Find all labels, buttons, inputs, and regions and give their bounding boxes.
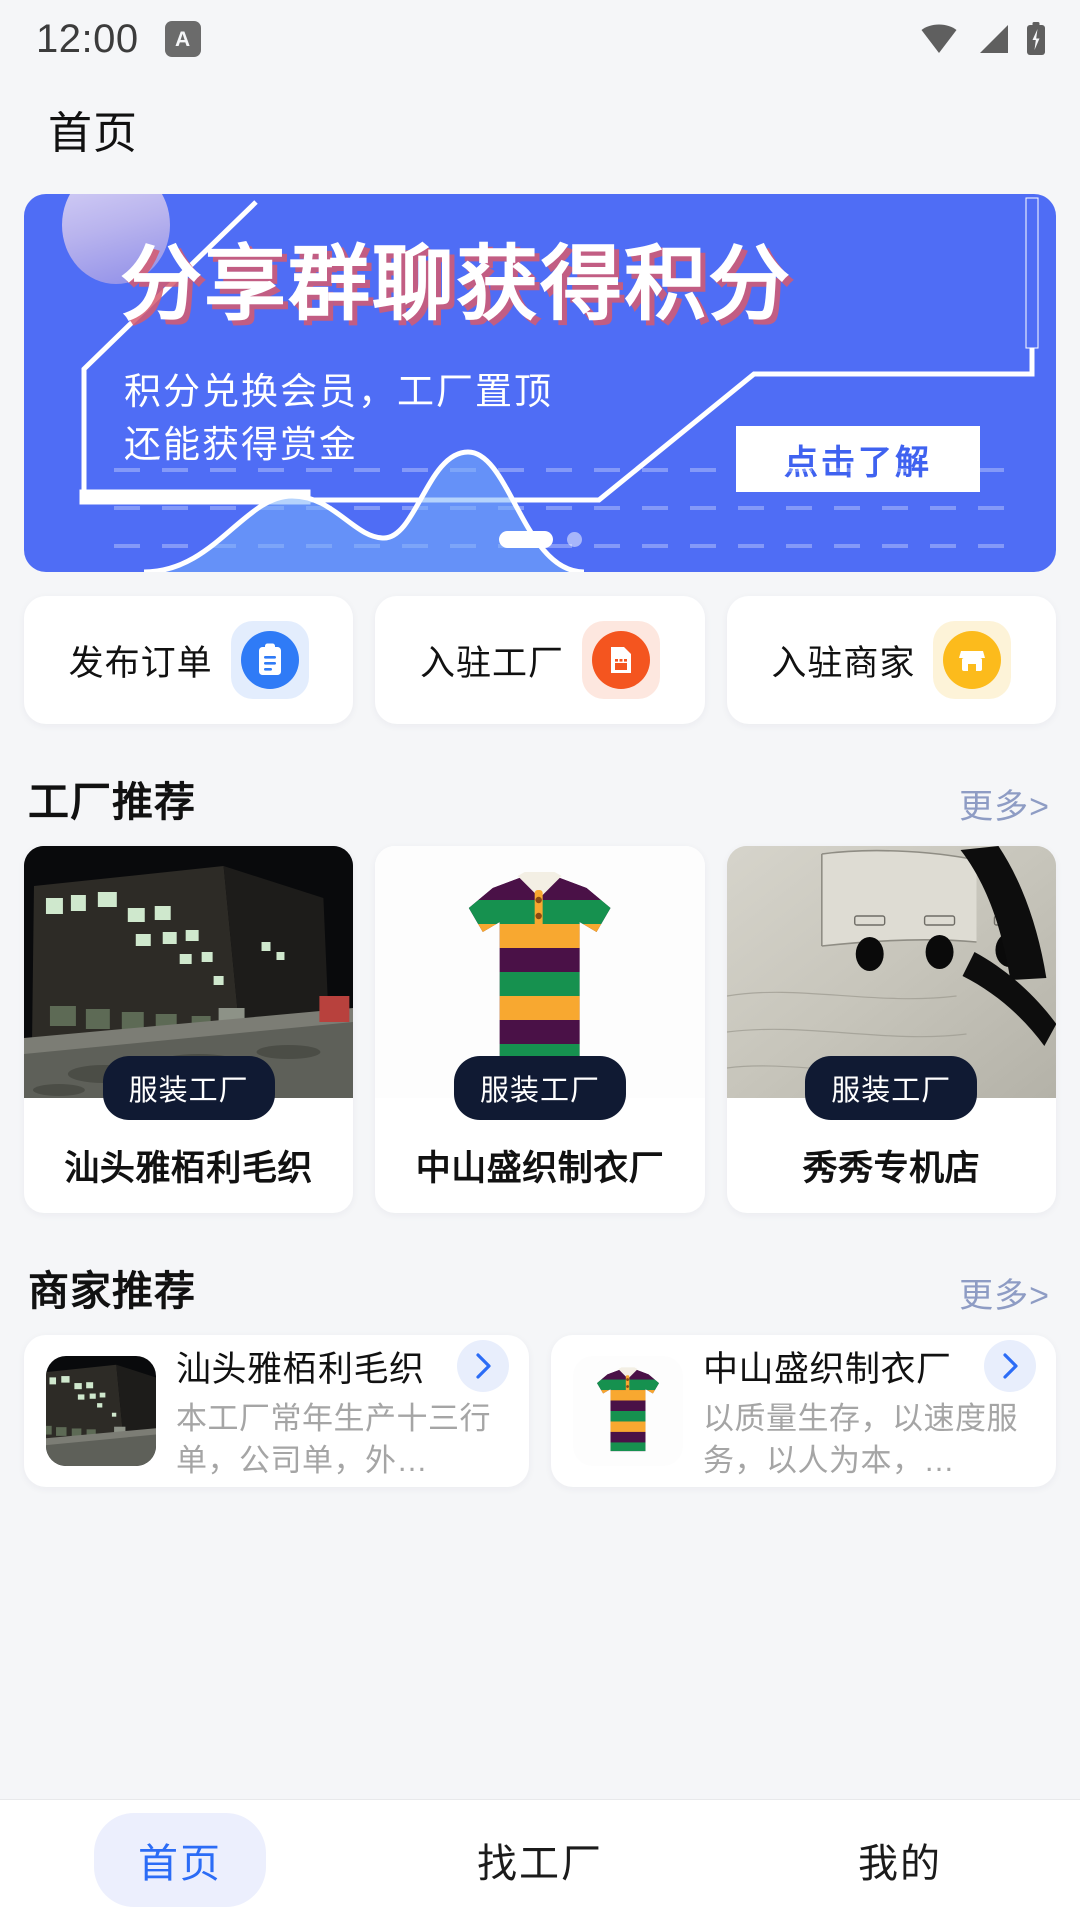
status-time: 12:00 [36,16,139,61]
bottom-tab-bar: 首页 找工厂 我的 [0,1800,1080,1920]
merchant-card-text: 汕头雅栢利毛织 本工厂常年生产十三行单，公司单，外… [176,1340,509,1482]
quick-action-join-factory[interactable]: 入驻工厂 [375,596,705,724]
factory-card[interactable]: 服装工厂 汕头雅栢利毛织 [24,846,354,1213]
clipboard-icon [240,631,299,689]
banner-slide[interactable]: 分享群聊获得积分 积分兑换会员，工厂置顶 还能获得赏金 点击了解 [24,194,1056,572]
merchant-thumbnail [573,1356,683,1466]
banner-dot-active[interactable] [498,531,553,548]
wifi-icon [921,24,957,53]
quick-action-publish-order[interactable]: 发布订单 [24,596,354,724]
tab-mine-label: 我的 [858,1842,942,1886]
status-bar: 12:00 A [0,0,1080,78]
banner-pagination[interactable] [24,531,1056,548]
merchant-section-title: 商家推荐 [28,1268,196,1314]
merchant-card-top: 汕头雅栢利毛织 [176,1340,509,1393]
banner-decor-waves [114,449,1014,572]
shop-icon-bg [933,621,1012,699]
merchant-card-desc: 以质量生存，以速度服务，以人为本，… [703,1401,1018,1478]
factory-card-image: 服装工厂 [726,846,1056,1120]
factory-icon [592,631,650,689]
banner-headline: 分享群聊获得积分 [120,239,793,330]
factory-card-badge: 服装工厂 [453,1056,626,1120]
shop-icon [943,631,1002,689]
merchant-more-link[interactable]: 更多> [959,1268,1050,1317]
clipboard-icon-bg [230,621,309,699]
tab-home-label: 首页 [94,1813,266,1907]
quick-action-label: 入驻工厂 [419,643,564,683]
banner-subline-1: 积分兑换会员，工厂置顶 [124,371,553,412]
merchant-card-name: 汕头雅栢利毛织 [176,1349,425,1389]
merchant-card-text: 中山盛织制衣厂 以质量生存，以速度服务，以人为本，… [703,1340,1036,1482]
factory-icon-bg [582,621,660,699]
quick-action-label: 发布订单 [68,643,213,683]
factory-card-image: 服装工厂 [375,846,705,1120]
factory-section-title: 工厂推荐 [28,779,196,825]
factory-card-list: 服装工厂 汕头雅栢利毛织 服装工厂 中山盛织制衣厂 服装工厂 秀秀专机店 [0,846,1080,1213]
banner-carousel[interactable]: 分享群聊获得积分 积分兑换会员，工厂置顶 还能获得赏金 点击了解 [0,180,1080,572]
tab-home[interactable]: 首页 [0,1800,360,1920]
quick-actions: 发布订单 入驻工厂 入驻商家 [0,572,1080,724]
tab-mine[interactable]: 我的 [720,1800,1080,1920]
signal-icon [980,25,1008,53]
factory-card-badge: 服装工厂 [805,1056,978,1120]
factory-card[interactable]: 服装工厂 中山盛织制衣厂 [375,846,705,1213]
merchant-card[interactable]: 汕头雅栢利毛织 本工厂常年生产十三行单，公司单，外… [24,1335,529,1487]
app-badge-icon: A [164,21,201,57]
page-title: 首页 [0,78,1080,180]
quick-action-join-merchant[interactable]: 入驻商家 [726,596,1056,724]
merchant-card-name: 中山盛织制衣厂 [703,1349,952,1389]
tab-find-factory[interactable]: 找工厂 [360,1800,720,1920]
factory-more-link[interactable]: 更多> [959,779,1050,828]
quick-action-label: 入驻商家 [771,643,916,683]
chevron-right-icon[interactable] [984,1340,1036,1393]
merchant-card-top: 中山盛织制衣厂 [703,1340,1036,1393]
factory-card-image: 服装工厂 [24,846,354,1120]
merchant-card[interactable]: 中山盛织制衣厂 以质量生存，以速度服务，以人为本，… [551,1335,1056,1487]
chevron-right-icon[interactable] [457,1340,509,1393]
factory-card[interactable]: 服装工厂 秀秀专机店 [726,846,1056,1213]
battery-charging-icon [1027,22,1045,55]
page-title-text: 首页 [48,109,138,158]
merchant-card-desc: 本工厂常年生产十三行单，公司单，外… [176,1401,491,1478]
merchant-section-header: 商家推荐 更多> [0,1213,1080,1335]
merchant-thumbnail [46,1356,156,1466]
factory-section-header: 工厂推荐 更多> [0,724,1080,846]
tab-find-factory-label: 找工厂 [477,1842,603,1886]
status-icons [920,22,1046,56]
factory-card-badge: 服装工厂 [102,1056,275,1120]
banner-dot[interactable] [566,532,582,547]
merchant-card-list: 汕头雅栢利毛织 本工厂常年生产十三行单，公司单，外… 中山盛织制衣厂 以质量生存… [0,1335,1080,1487]
